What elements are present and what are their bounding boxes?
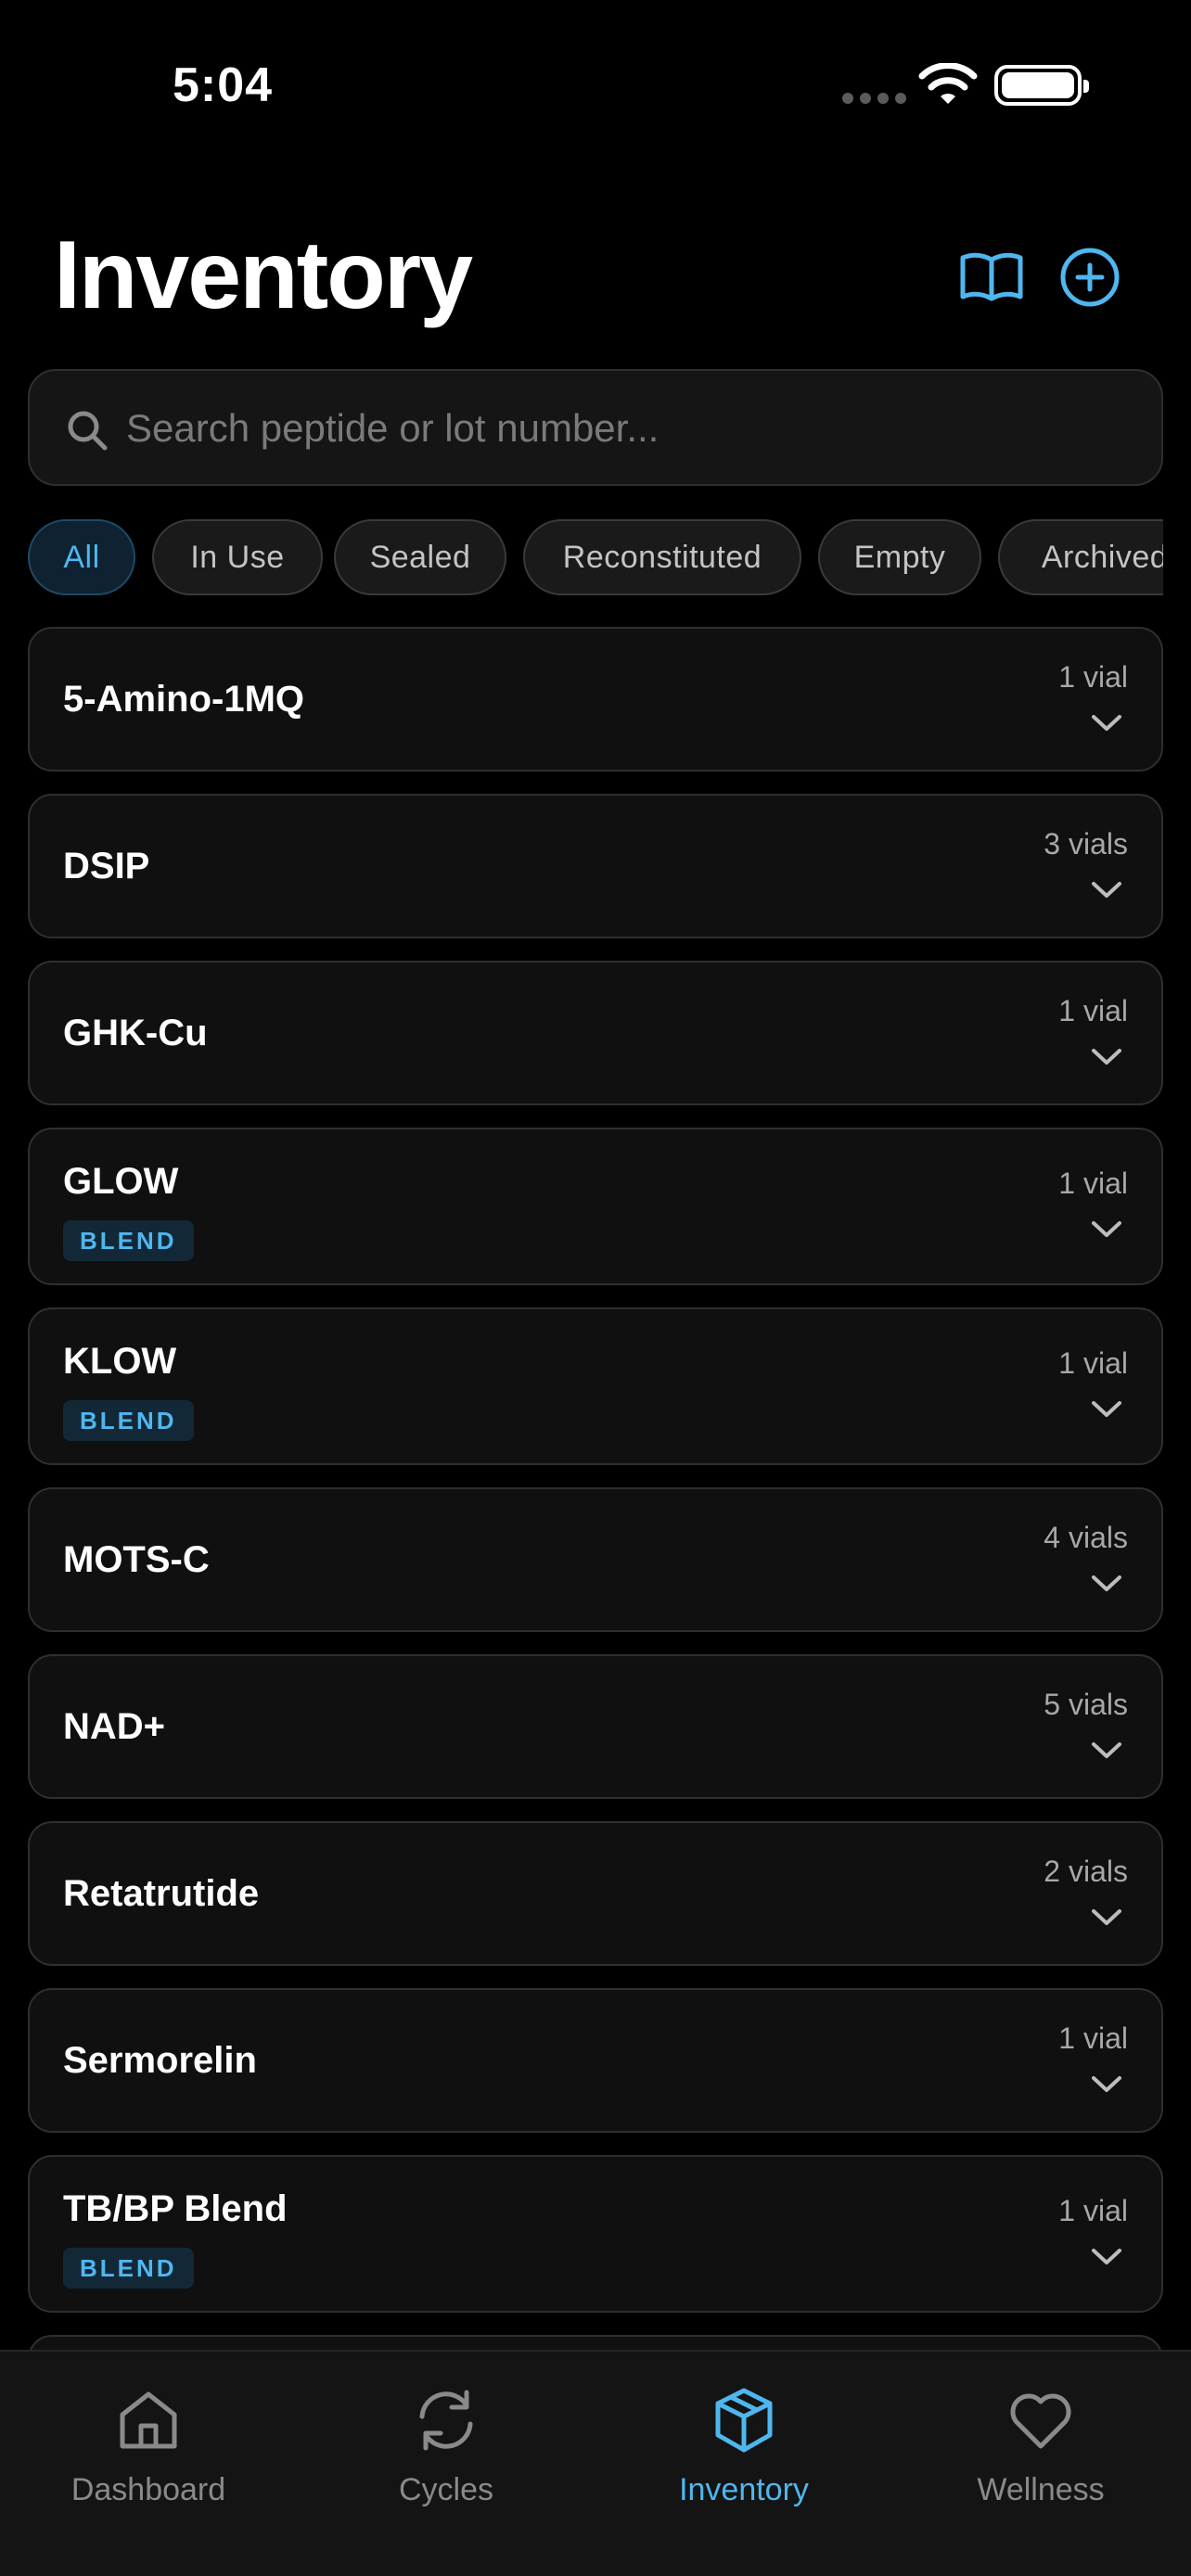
chevron-down-icon[interactable] — [1091, 1220, 1122, 1239]
list-item[interactable]: GHK-Cu 1 vial — [28, 961, 1163, 1105]
vial-count: 1 vial — [1058, 994, 1128, 1027]
tab-label: Inventory — [679, 2472, 809, 2507]
item-name: Retatrutide — [63, 1873, 260, 1914]
add-circle-icon[interactable] — [1056, 243, 1124, 312]
box-icon — [715, 2388, 773, 2453]
search-input[interactable] — [126, 389, 1128, 467]
list-item[interactable]: KLOW BLEND 1 vial — [28, 1307, 1163, 1465]
tab-wellness[interactable]: Wellness — [920, 2385, 1161, 2524]
tab-cycles[interactable]: Cycles — [326, 2385, 567, 2524]
item-name: TB/BP Blend — [63, 2188, 288, 2229]
list-item[interactable]: TB/BP Blend BLEND 1 vial — [28, 2155, 1163, 2313]
heart-icon — [1010, 2393, 1071, 2449]
item-name: KLOW — [63, 1341, 177, 1382]
page-title: Inventory — [54, 222, 473, 329]
list-item[interactable]: Sermorelin 1 vial — [28, 1988, 1163, 2133]
item-name: 5-Amino-1MQ — [63, 679, 304, 720]
chevron-down-icon[interactable] — [1091, 1575, 1122, 1593]
item-name: MOTS-C — [63, 1539, 210, 1580]
item-name: Sermorelin — [63, 2040, 257, 2081]
filter-chip-empty[interactable]: Empty — [818, 519, 981, 595]
vial-count: 2 vials — [1044, 1855, 1128, 1888]
search-bar — [28, 369, 1163, 486]
item-name: NAD+ — [63, 1706, 166, 1747]
item-name: GHK-Cu — [63, 1013, 208, 1053]
chevron-down-icon[interactable] — [1091, 1048, 1122, 1066]
vial-count: 4 vials — [1044, 1521, 1128, 1554]
status-time: 5:04 — [173, 58, 274, 112]
chevron-down-icon[interactable] — [1091, 2075, 1122, 2094]
list-item[interactable]: DSIP 3 vials — [28, 794, 1163, 938]
list-item[interactable]: Retatrutide 2 vials — [28, 1821, 1163, 1966]
tab-bar: Dashboard Cycles Inventory Wellness — [0, 2350, 1191, 2576]
vial-count: 1 vial — [1058, 2021, 1128, 2055]
vial-count: 1 vial — [1058, 1167, 1128, 1200]
tab-inventory[interactable]: Inventory — [623, 2385, 864, 2524]
chevron-down-icon[interactable] — [1091, 2248, 1122, 2266]
refresh-icon — [419, 2390, 473, 2451]
blend-badge: BLEND — [63, 1220, 194, 1261]
filter-chip-reconstituted[interactable]: Reconstituted — [523, 519, 801, 595]
blend-badge: BLEND — [63, 2248, 194, 2289]
chevron-down-icon[interactable] — [1091, 881, 1122, 899]
vial-count: 5 vials — [1044, 1688, 1128, 1721]
chevron-down-icon[interactable] — [1091, 1908, 1122, 1927]
tab-dashboard[interactable]: Dashboard — [28, 2385, 269, 2524]
vial-count: 1 vial — [1058, 2194, 1128, 2227]
vial-count: 3 vials — [1044, 827, 1128, 861]
filter-chip-archived[interactable]: Archived — [998, 519, 1163, 595]
item-name: DSIP — [63, 846, 150, 886]
cellular-signal-icon — [842, 93, 907, 104]
filter-chip-all[interactable]: All — [28, 519, 135, 595]
list-item[interactable]: GLOW BLEND 1 vial — [28, 1128, 1163, 1285]
tab-label: Cycles — [398, 2472, 494, 2507]
item-name: GLOW — [63, 1161, 179, 1202]
header: Inventory — [0, 204, 1191, 334]
chevron-down-icon[interactable] — [1091, 1741, 1122, 1760]
filter-chip-sealed[interactable]: Sealed — [334, 519, 506, 595]
search-icon — [68, 411, 108, 451]
wifi-icon — [918, 63, 978, 104]
list-item[interactable]: MOTS-C 4 vials — [28, 1487, 1163, 1632]
chevron-down-icon[interactable] — [1091, 714, 1122, 733]
blend-badge: BLEND — [63, 1400, 194, 1441]
list-item[interactable]: 5-Amino-1MQ 1 vial — [28, 627, 1163, 772]
tab-label: Dashboard — [70, 2472, 226, 2507]
inventory-screen: 5:04 Inventory Search peptide or lot num… — [0, 0, 1191, 2576]
filter-chips: All In Use Sealed Reconstituted Empty Ar… — [28, 519, 1163, 597]
vial-count: 1 vial — [1058, 660, 1128, 694]
filter-chip-in-use[interactable]: In Use — [152, 519, 323, 595]
book-icon[interactable] — [957, 243, 1026, 312]
status-bar: 5:04 — [0, 0, 1191, 167]
battery-icon — [994, 65, 1089, 106]
home-icon — [120, 2391, 177, 2449]
list-item[interactable]: NAD+ 5 vials — [28, 1654, 1163, 1799]
chevron-down-icon[interactable] — [1091, 1400, 1122, 1419]
tab-label: Wellness — [977, 2472, 1105, 2507]
vial-count: 1 vial — [1058, 1346, 1128, 1380]
